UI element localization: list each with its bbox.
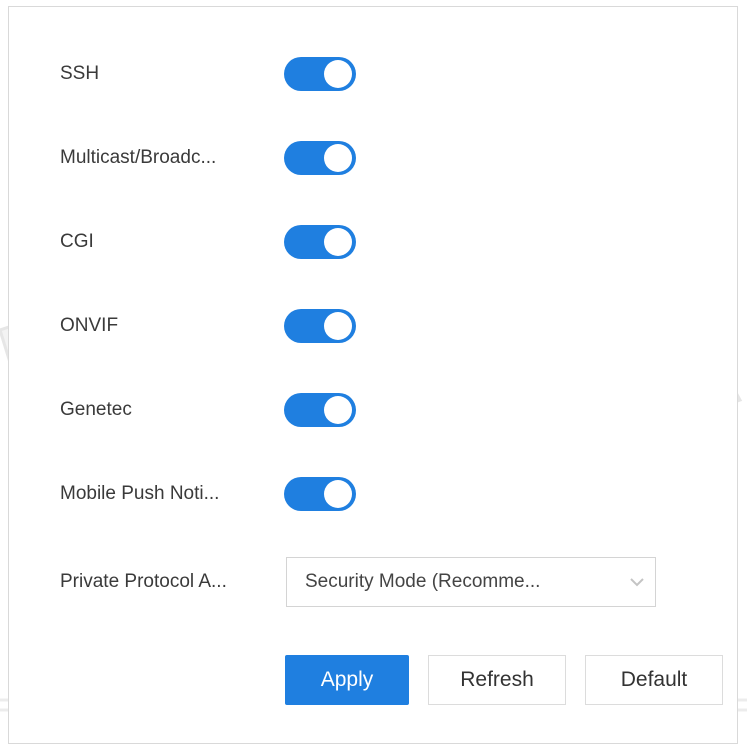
protocol-settings-panel (8, 6, 738, 744)
private-protocol-select[interactable]: Security Mode (Recomme... (286, 557, 656, 607)
setting-row-ssh: SSH (60, 54, 356, 94)
toggle-knob (324, 312, 352, 340)
toggle-knob (324, 228, 352, 256)
apply-button[interactable]: Apply (285, 655, 409, 705)
private-protocol-label: Private Protocol A... (60, 571, 227, 592)
genetec-toggle[interactable] (284, 393, 356, 427)
toggle-knob (324, 480, 352, 508)
default-button[interactable]: Default (585, 655, 723, 705)
onvif-label: ONVIF (60, 315, 119, 336)
toggle-knob (324, 396, 352, 424)
ssh-toggle[interactable] (284, 57, 356, 91)
cgi-toggle[interactable] (284, 225, 356, 259)
setting-row-genetec: Genetec (60, 390, 356, 430)
refresh-button[interactable]: Refresh (428, 655, 566, 705)
cgi-label: CGI (60, 231, 94, 252)
toggle-knob (324, 144, 352, 172)
setting-row-cgi: CGI (60, 222, 356, 262)
toggle-knob (324, 60, 352, 88)
mobile-push-toggle[interactable] (284, 477, 356, 511)
chevron-down-icon (619, 558, 655, 606)
multicast-broadcast-toggle[interactable] (284, 141, 356, 175)
setting-row-mobile-push: Mobile Push Noti... (60, 474, 356, 514)
genetec-label: Genetec (60, 399, 132, 420)
setting-row-private-protocol: Private Protocol A... (60, 562, 284, 602)
private-protocol-value: Security Mode (Recomme... (305, 571, 541, 592)
multicast-broadcast-label: Multicast/Broadc... (60, 147, 217, 168)
mobile-push-label: Mobile Push Noti... (60, 483, 220, 504)
onvif-toggle[interactable] (284, 309, 356, 343)
setting-row-multicast: Multicast/Broadc... (60, 138, 356, 178)
ssh-label: SSH (60, 63, 100, 84)
setting-row-onvif: ONVIF (60, 306, 356, 346)
